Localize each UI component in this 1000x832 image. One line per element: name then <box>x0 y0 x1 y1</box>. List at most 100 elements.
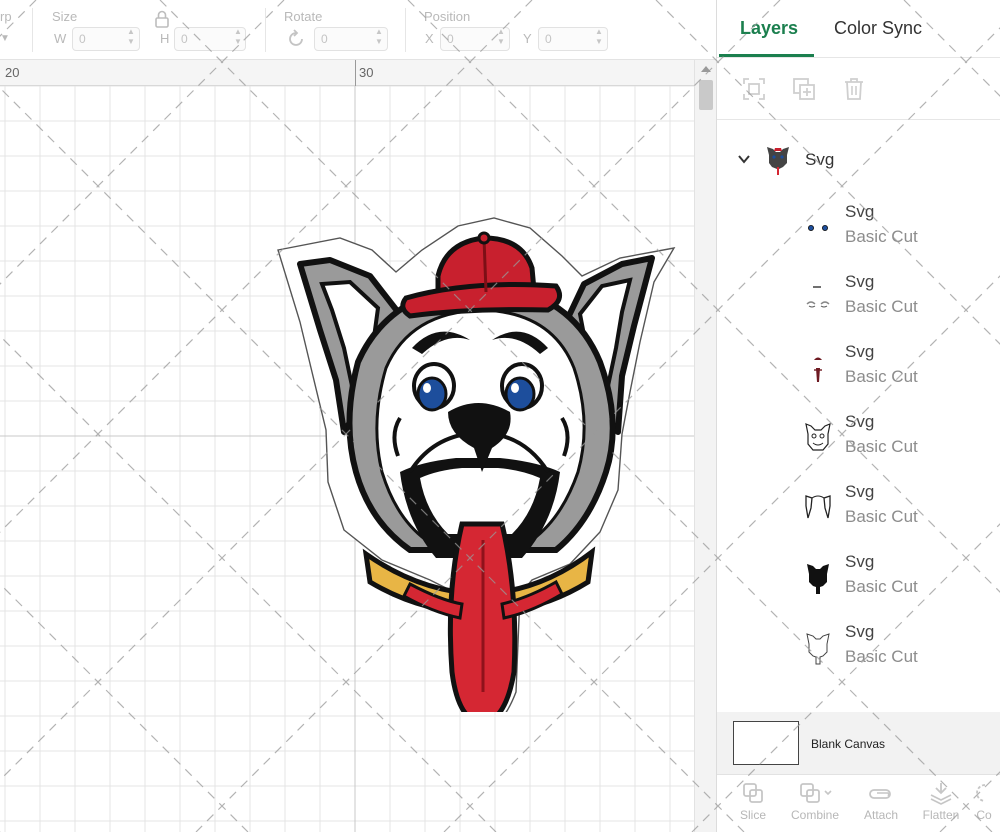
partial-dropdown-arrow-icon[interactable]: ▼ <box>0 33 10 44</box>
layer-type: Basic Cut <box>845 577 918 596</box>
position-label: Position <box>424 9 471 24</box>
combine-icon <box>800 783 832 803</box>
layer-row[interactable]: Svg Basic Cut <box>717 338 1000 396</box>
layer-group-row[interactable]: Svg <box>717 138 1000 182</box>
blank-canvas-row[interactable]: Blank Canvas <box>717 712 1000 774</box>
right-eye-shine <box>511 383 519 393</box>
cap-button <box>477 231 491 245</box>
layer-row[interactable]: Svg Basic Cut <box>717 198 1000 256</box>
active-tab-indicator <box>719 54 814 57</box>
toolbar-divider <box>32 8 33 52</box>
face-lines-thumb-icon <box>805 423 831 451</box>
rotate-value: 0 <box>321 32 328 46</box>
combine-label: Combine <box>790 808 840 822</box>
panel-tabs: Layers Color Sync <box>717 0 1000 58</box>
layer-type: Basic Cut <box>845 227 918 246</box>
edit-toolbar: rp ▼ Size W 0 ▲ ▼ H 0 ▲ ▼ Rotate 0 ▲ ▼ Posi… <box>0 0 716 60</box>
lock-icon[interactable] <box>154 10 170 28</box>
layer-type: Basic Cut <box>845 297 918 316</box>
scroll-up-arrow-icon[interactable] <box>701 66 711 72</box>
layer-type: Basic Cut <box>845 437 918 456</box>
cap-tongue-thumb-icon <box>814 357 822 382</box>
outline-thumb-icon <box>806 633 830 665</box>
layers-panel: Layers Color Sync Svg Svg Basic Cut Svg … <box>716 0 1000 832</box>
toolbar-divider <box>405 8 406 52</box>
layer-row[interactable]: Svg Basic Cut <box>717 548 1000 606</box>
tab-color-sync[interactable]: Color Sync <box>834 18 922 39</box>
blank-canvas-swatch[interactable] <box>733 721 799 765</box>
mascot-thumb-icon <box>767 147 789 175</box>
layer-type: Basic Cut <box>845 647 918 666</box>
layer-name: Svg <box>845 342 875 361</box>
slice-icon <box>743 783 763 803</box>
scrollbar-thumb[interactable] <box>699 80 713 110</box>
width-axis-label: W <box>54 31 67 46</box>
flatten-label: Flatten <box>922 808 960 822</box>
mascot-design[interactable] <box>270 172 690 712</box>
duplicate-icon[interactable] <box>791 76 817 102</box>
attach-icon <box>869 789 891 799</box>
toolbar-divider <box>265 8 266 52</box>
layer-name: Svg <box>845 552 875 571</box>
right-eye-iris <box>504 376 536 412</box>
height-axis-label: H <box>160 31 170 46</box>
layer-row[interactable]: Svg Basic Cut <box>717 268 1000 326</box>
layer-group-name: Svg <box>805 150 835 169</box>
x-axis-label: X <box>425 31 434 46</box>
layer-row[interactable]: Svg Basic Cut <box>717 618 1000 676</box>
partial-label: rp <box>0 9 12 24</box>
attach-button[interactable]: Attach <box>849 781 913 832</box>
brows-thumb-icon <box>806 286 830 308</box>
height-stepper[interactable]: ▲ ▼ <box>231 27 245 51</box>
eyes-thumb-icon <box>808 224 828 231</box>
contour-icon <box>976 784 986 802</box>
width-value: 0 <box>79 32 86 46</box>
left-eye-iris <box>416 376 448 412</box>
x-position-value: 0 <box>447 32 454 46</box>
layer-type: Basic Cut <box>845 367 918 386</box>
y-position-stepper[interactable]: ▲ ▼ <box>592 27 606 51</box>
width-stepper[interactable]: ▲ ▼ <box>124 27 138 51</box>
design-canvas[interactable]: 20 30 <box>0 60 716 832</box>
y-axis-label: Y <box>523 31 532 46</box>
layer-name: Svg <box>845 202 875 221</box>
height-value: 0 <box>181 32 188 46</box>
layers-list: Svg Svg Basic Cut Svg Basic Cut Svg Basi… <box>717 120 1000 710</box>
flatten-button[interactable]: Flatten <box>909 781 973 832</box>
ruler-mark-30: 30 <box>359 65 374 80</box>
left-eye-shine <box>423 383 431 393</box>
silhouette-thumb-icon <box>807 564 829 594</box>
y-position-value: 0 <box>545 32 552 46</box>
slice-button[interactable]: Slice <box>721 781 785 832</box>
layer-name: Svg <box>845 622 875 641</box>
attach-label: Attach <box>863 808 899 822</box>
layer-row[interactable]: Svg Basic Cut <box>717 408 1000 466</box>
layer-type: Basic Cut <box>845 507 918 526</box>
blank-canvas-label: Blank Canvas <box>811 737 886 751</box>
layer-operations-bar: Slice Combine Attach Flatten Co <box>717 774 1000 832</box>
delete-icon[interactable] <box>841 76 867 102</box>
layer-actions-bar <box>717 58 1000 120</box>
chevron-down-icon[interactable] <box>737 152 751 166</box>
contour-label: Co <box>976 808 992 822</box>
vertical-scrollbar[interactable] <box>694 60 716 832</box>
contour-button[interactable]: Co <box>967 781 1000 832</box>
tab-layers[interactable]: Layers <box>740 18 798 39</box>
rotate-label: Rotate <box>284 9 323 24</box>
ears-thumb-icon <box>805 495 831 519</box>
layer-row[interactable]: Svg Basic Cut <box>717 478 1000 536</box>
layer-name: Svg <box>845 482 875 501</box>
group-icon[interactable] <box>741 76 767 102</box>
rotate-icon <box>289 29 303 46</box>
layer-name: Svg <box>845 412 875 431</box>
horizontal-ruler: 20 30 <box>0 60 694 86</box>
rotate-stepper[interactable]: ▲ ▼ <box>372 27 386 51</box>
slice-label: Slice <box>739 808 766 822</box>
layer-name: Svg <box>845 272 875 291</box>
flatten-icon <box>930 783 952 805</box>
x-position-stepper[interactable]: ▲ ▼ <box>494 27 508 51</box>
size-label: Size <box>52 9 78 24</box>
combine-button[interactable]: Combine <box>783 781 847 832</box>
ruler-major-tick <box>355 60 356 86</box>
ruler-mark-20: 20 <box>5 65 20 80</box>
